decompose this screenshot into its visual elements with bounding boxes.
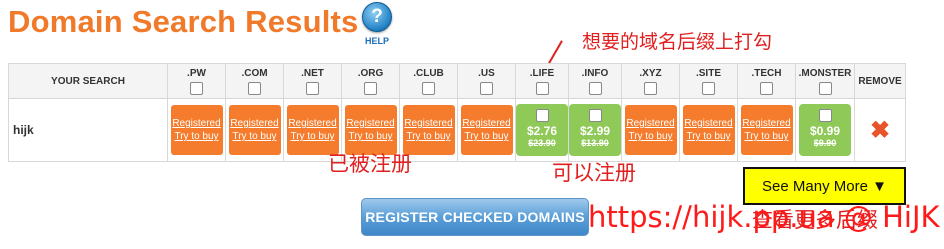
tld-select-all-checkbox[interactable] <box>422 81 435 95</box>
watermark: https://hijk.pp.ua @ HiJK <box>588 200 940 234</box>
annotation-arrow <box>547 40 563 66</box>
result-cell: Registered Try to buy <box>225 98 284 162</box>
tld-label: .PW <box>187 67 206 79</box>
tld-select-all-checkbox[interactable] <box>644 81 657 95</box>
result-cell: $0.99 $9.90 <box>795 98 855 162</box>
old-price: $13.90 <box>581 138 609 148</box>
table-row: hijk Registered Try to buy Registered Try t… <box>8 98 906 162</box>
registered-label[interactable]: Registered <box>684 117 732 130</box>
registered-label[interactable]: Registered <box>742 117 790 130</box>
tld-header: .PW <box>167 63 226 99</box>
tld-label: .CLUB <box>413 67 444 79</box>
help-link[interactable]: ? HELP <box>360 2 394 46</box>
old-price: $23.90 <box>528 138 556 148</box>
tld-header: .LIFE <box>515 63 569 99</box>
annotation-registered: 已被注册 <box>328 152 412 176</box>
tld-select-all-checkbox[interactable] <box>588 81 602 95</box>
tld-select-all-checkbox[interactable] <box>364 81 377 95</box>
tld-header: .NET <box>283 63 342 99</box>
price: $2.76 <box>526 124 558 138</box>
table-header-row: YOUR SEARCH .PW .COM .NET .ORG .CLUB .US .LIFE… <box>8 63 906 99</box>
tld-header: .ORG <box>341 63 400 99</box>
registered-try-to-buy-button[interactable]: Registered Try to buy <box>740 105 793 155</box>
registered-label[interactable]: Registered <box>288 117 336 130</box>
result-cell: Registered Try to buy <box>167 98 226 162</box>
results-table: YOUR SEARCH .PW .COM .NET .ORG .CLUB .US .LIFE… <box>8 63 906 162</box>
registered-label[interactable]: Registered <box>462 117 510 130</box>
domain-name: hijk <box>8 98 168 162</box>
try-to-buy-link[interactable]: Try to buy <box>464 130 508 143</box>
tld-header: .INFO <box>568 63 622 99</box>
domain-checkbox[interactable] <box>535 109 549 122</box>
remove-cell: ✖ <box>854 98 906 162</box>
tld-select-all-checkbox[interactable] <box>306 81 319 95</box>
available-domain-option[interactable]: $0.99 $9.90 <box>799 104 851 156</box>
try-to-buy-link[interactable]: Try to buy <box>686 130 730 143</box>
registered-label[interactable]: Registered <box>172 117 220 130</box>
tld-label: .INFO <box>581 67 609 79</box>
tld-label: .SITE <box>695 67 721 79</box>
try-to-buy-link[interactable]: Try to buy <box>290 130 334 143</box>
your-search-header: YOUR SEARCH <box>8 63 168 99</box>
result-cell: Registered Try to buy <box>457 98 516 162</box>
registered-label[interactable]: Registered <box>626 117 674 130</box>
available-domain-option[interactable]: $2.76 $23.90 <box>516 104 568 156</box>
tld-header: .TECH <box>737 63 796 99</box>
help-label[interactable]: HELP <box>360 36 394 46</box>
page-title: Domain Search Results <box>8 4 359 39</box>
tld-label: .MONSTER <box>798 67 852 79</box>
remove-header: REMOVE <box>854 63 906 99</box>
try-to-buy-link[interactable]: Try to buy <box>744 130 788 143</box>
price: $0.99 <box>809 124 841 138</box>
tld-label: .NET <box>301 67 324 79</box>
tld-select-all-checkbox[interactable] <box>818 81 832 95</box>
register-checked-button[interactable]: REGISTER CHECKED DOMAINS <box>361 198 589 236</box>
tld-select-all-checkbox[interactable] <box>248 81 261 95</box>
registered-try-to-buy-button[interactable]: Registered Try to buy <box>170 105 223 155</box>
registered-label[interactable]: Registered <box>346 117 394 130</box>
domain-checkbox[interactable] <box>818 109 832 122</box>
registered-label[interactable]: Registered <box>230 117 278 130</box>
annotation-available: 可以注册 <box>552 161 636 185</box>
old-price: $9.90 <box>813 138 837 148</box>
registered-try-to-buy-button[interactable]: Registered Try to buy <box>228 105 281 155</box>
tld-select-all-checkbox[interactable] <box>480 81 493 95</box>
tld-select-all-checkbox[interactable] <box>702 81 715 95</box>
registered-try-to-buy-button[interactable]: Registered Try to buy <box>460 105 513 155</box>
try-to-buy-link[interactable]: Try to buy <box>628 130 672 143</box>
tld-label: .LIFE <box>529 67 555 79</box>
tld-label: .ORG <box>357 67 384 79</box>
annotation-want-suffix: 想要的域名后缀上打勾 <box>582 31 773 53</box>
try-to-buy-link[interactable]: Try to buy <box>232 130 276 143</box>
try-to-buy-link[interactable]: Try to buy <box>174 130 218 143</box>
domain-checkbox[interactable] <box>588 109 602 122</box>
result-cell: Registered Try to buy <box>679 98 738 162</box>
tld-select-all-checkbox[interactable] <box>760 81 773 95</box>
try-to-buy-link[interactable]: Try to buy <box>348 130 392 143</box>
tld-select-all-checkbox[interactable] <box>190 81 203 95</box>
registered-label[interactable]: Registered <box>404 117 452 130</box>
result-cell: Registered Try to buy <box>737 98 796 162</box>
question-icon[interactable]: ? <box>362 2 392 32</box>
tld-select-all-checkbox[interactable] <box>535 81 549 95</box>
tld-label: .COM <box>241 67 268 79</box>
tld-label: .US <box>478 67 495 79</box>
result-cell: Registered Try to buy <box>621 98 680 162</box>
tld-label: .TECH <box>751 67 782 79</box>
tld-header: .CLUB <box>399 63 458 99</box>
tld-header: .XYZ <box>621 63 680 99</box>
try-to-buy-link[interactable]: Try to buy <box>406 130 450 143</box>
tld-header: .US <box>457 63 516 99</box>
price: $2.99 <box>579 124 611 138</box>
tld-header: .MONSTER <box>795 63 855 99</box>
available-domain-option[interactable]: $2.99 $13.90 <box>569 104 621 156</box>
tld-label: .XYZ <box>639 67 662 79</box>
registered-try-to-buy-button[interactable]: Registered Try to buy <box>624 105 677 155</box>
result-cell: $2.76 $23.90 <box>515 98 569 162</box>
result-cell: $2.99 $13.90 <box>568 98 622 162</box>
registered-try-to-buy-button[interactable]: Registered Try to buy <box>682 105 735 155</box>
tld-header: .COM <box>225 63 284 99</box>
close-x-icon[interactable]: ✖ <box>870 117 890 144</box>
tld-header: .SITE <box>679 63 738 99</box>
